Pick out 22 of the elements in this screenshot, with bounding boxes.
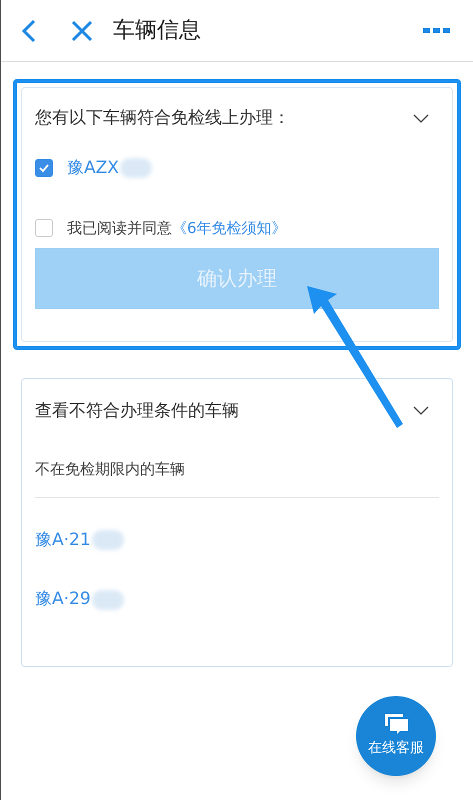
window-title: 车辆信息 bbox=[113, 17, 201, 45]
more-icon[interactable] bbox=[423, 28, 451, 34]
chat-bubble-icon bbox=[383, 713, 409, 735]
card-title: 您有以下车辆符合免检线上办理： bbox=[35, 107, 290, 130]
plate-number[interactable]: 豫AZX bbox=[67, 156, 119, 181]
back-icon[interactable] bbox=[21, 18, 37, 42]
plate-number[interactable]: 豫A·21 bbox=[35, 528, 91, 553]
redaction-blur bbox=[120, 158, 152, 178]
checkbox[interactable] bbox=[35, 219, 53, 238]
card-title: 查看不符合办理条件的车辆 bbox=[35, 400, 239, 422]
checkmark-icon bbox=[38, 162, 50, 174]
redaction-blur bbox=[92, 590, 124, 610]
chevron-down-icon[interactable] bbox=[413, 114, 429, 124]
agreement-text: 我已阅读并同意 bbox=[67, 218, 172, 239]
customer-service-button[interactable]: 在线客服 bbox=[356, 696, 436, 776]
notice-link[interactable]: 《6年免检须知》 bbox=[172, 217, 287, 240]
close-icon[interactable] bbox=[71, 20, 93, 42]
checkbox[interactable] bbox=[35, 159, 53, 178]
chevron-down-icon[interactable] bbox=[413, 406, 429, 416]
redaction-blur bbox=[92, 530, 124, 550]
section-label: 不在免检期限内的车辆 bbox=[35, 458, 439, 498]
plate-number[interactable]: 豫A·29 bbox=[35, 587, 91, 612]
